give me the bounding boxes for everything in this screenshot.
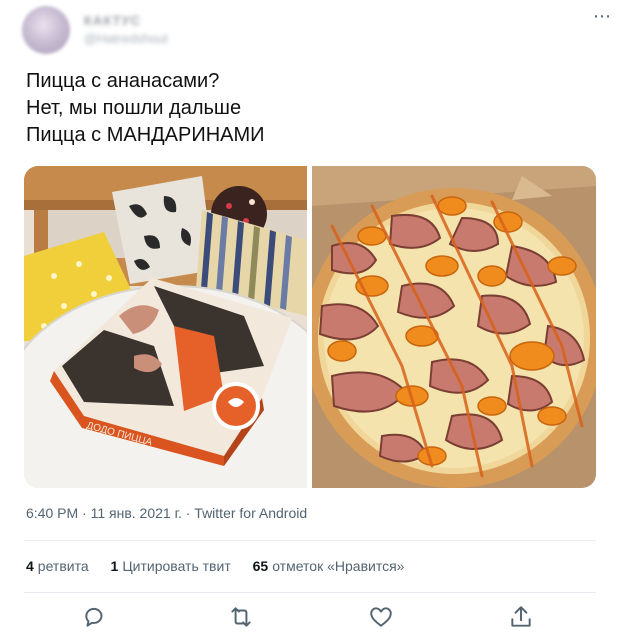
pizza-photo[interactable] (312, 166, 596, 488)
tweet-timestamp[interactable]: 6:40 PM · 11 янв. 2021 г. · Twitter for … (26, 505, 307, 521)
divider (24, 540, 596, 541)
retweet-icon[interactable] (228, 604, 254, 630)
tweet-line: Пицца с МАНДАРИНАМИ (26, 124, 265, 146)
likes-label: отметок «Нравится» (272, 558, 405, 574)
like-icon[interactable] (368, 604, 394, 630)
avatar[interactable] (22, 6, 70, 54)
action-bar (0, 604, 640, 634)
engagement-stats: 4 ретвита 1 Цитировать твит 65 отметок «Нра… (26, 558, 422, 574)
reply-icon[interactable] (82, 604, 108, 630)
retweets-stat[interactable]: 4 ретвита (26, 558, 89, 574)
likes-count: 65 (252, 558, 269, 574)
retweets-count: 4 (26, 558, 34, 574)
tweet-line: Нет, мы пошли дальше (26, 97, 242, 119)
quotes-count: 1 (110, 558, 119, 574)
tweet-text: Пицца с ананасами? Нет, мы пошли дальше … (26, 68, 606, 149)
tweet-media: ДОДО ПИЦЦА (24, 166, 596, 488)
likes-stat[interactable]: 65 отметок «Нравится» (253, 558, 405, 574)
share-icon[interactable] (508, 604, 534, 630)
tweet-header: КАКТУС @Hatredshout ⋯ (22, 6, 618, 54)
pizza-box-photo[interactable]: ДОДО ПИЦЦА (24, 166, 307, 488)
retweets-label: ретвита (37, 558, 89, 574)
quotes-label: Цитировать твит (122, 558, 231, 574)
tweet-line: Пицца с ананасами? (26, 70, 220, 92)
display-name[interactable]: КАКТУС (84, 13, 141, 28)
more-options-icon[interactable]: ⋯ (593, 6, 612, 27)
divider (24, 592, 596, 593)
user-handle[interactable]: @Hatredshout (84, 31, 168, 46)
quotes-stat[interactable]: 1 Цитировать твит (111, 558, 231, 574)
